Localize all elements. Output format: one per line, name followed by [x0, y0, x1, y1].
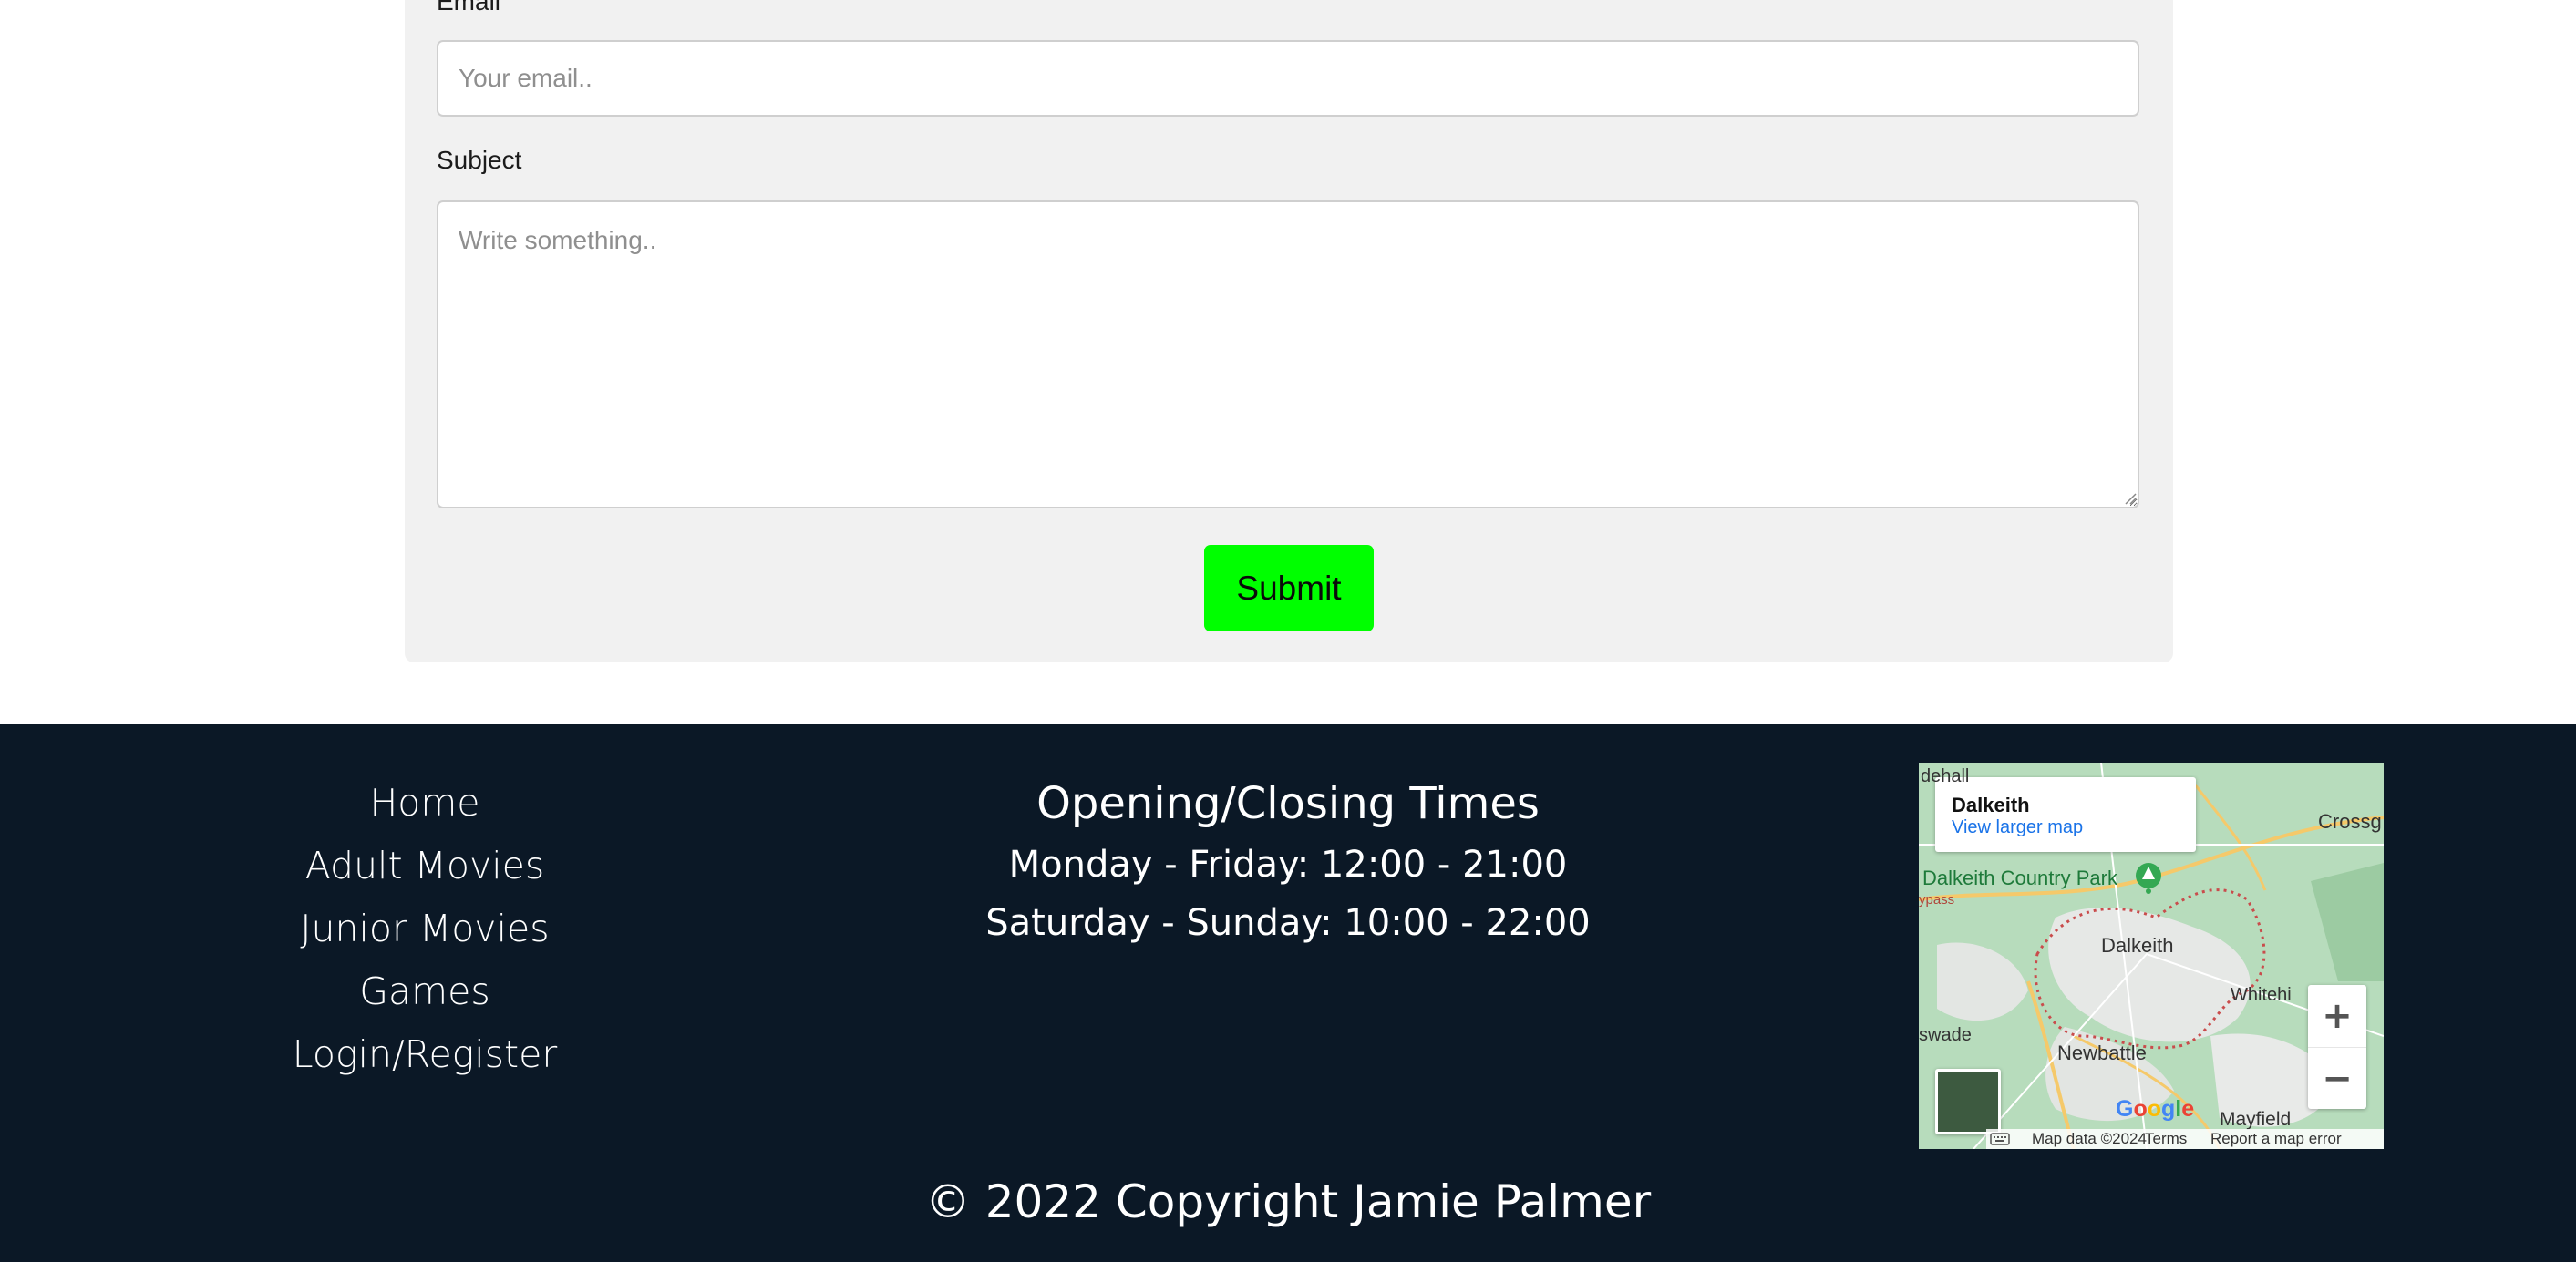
nav-link-junior-movies[interactable]: Junior Movies — [0, 898, 850, 960]
map-label-edge-top: dehall — [1921, 766, 1970, 786]
map-zoom-controls: + − — [2308, 985, 2366, 1109]
satellite-toggle-button[interactable] — [1935, 1069, 2001, 1134]
nav-link-adult-movies[interactable]: Adult Movies — [0, 835, 850, 898]
subject-textarea[interactable] — [437, 200, 2139, 508]
keyboard-shortcuts-icon[interactable] — [1990, 1133, 2010, 1145]
map-label-swade: swade — [1919, 1025, 1972, 1045]
zoom-out-button[interactable]: − — [2308, 1047, 2366, 1110]
map-label-whitehi: Whitehi — [2231, 985, 2292, 1005]
map-label-crossg: Crossg — [2318, 810, 2382, 833]
submit-button[interactable]: Submit — [1204, 545, 1374, 631]
map-data-notice: Map data ©2024 — [2032, 1130, 2147, 1147]
nav-link-login-register[interactable]: Login/Register — [0, 1023, 850, 1086]
weekend-hours: Saturday - Sunday: 10:00 - 22:00 — [985, 902, 1591, 944]
nav-link-home[interactable]: Home — [0, 772, 850, 835]
subject-label: Subject — [437, 146, 522, 174]
opening-times-title: Opening/Closing Times — [1036, 778, 1540, 829]
copyright-text: © 2022 Copyright Jamie Palmer — [924, 1175, 1652, 1228]
view-larger-map-link[interactable]: View larger map — [1952, 817, 2083, 838]
map-place-name: Dalkeith — [1952, 794, 2030, 816]
zoom-in-button[interactable]: + — [2308, 985, 2366, 1047]
nav-link-games[interactable]: Games — [0, 960, 850, 1023]
map-label-mayfield: Mayfield — [2220, 1109, 2292, 1130]
map-attribution-bar: Map data ©2024 Terms Report a map error — [1986, 1129, 2384, 1149]
embedded-map[interactable]: Dalkeith View larger map dehall Crossg D… — [1919, 763, 2384, 1149]
map-terms-link[interactable]: Terms — [2145, 1129, 2187, 1149]
site-footer: Home Adult Movies Junior Movies Games Lo… — [0, 724, 2576, 1262]
email-input[interactable] — [437, 40, 2139, 117]
footer-nav: Home Adult Movies Junior Movies Games Lo… — [0, 772, 850, 1086]
map-place-card: Dalkeith View larger map — [1935, 777, 2196, 852]
map-label-bypass: ypass — [1919, 892, 1955, 908]
google-logo: Google — [2116, 1096, 2195, 1122]
weekday-hours: Monday - Friday: 12:00 - 21:00 — [1008, 844, 1568, 886]
email-label: Email — [437, 0, 501, 15]
opening-times: Opening/Closing Times Monday - Friday: 1… — [923, 772, 1653, 952]
report-map-error-link[interactable]: Report a map error — [2210, 1129, 2342, 1149]
map-label-dalkeith: Dalkeith — [2101, 934, 2174, 957]
map-label-newbattle: Newbattle — [2057, 1041, 2147, 1064]
resize-grip-icon[interactable] — [2124, 492, 2137, 505]
map-label-dalkeith-country-park: Dalkeith Country Park — [1922, 867, 2117, 889]
